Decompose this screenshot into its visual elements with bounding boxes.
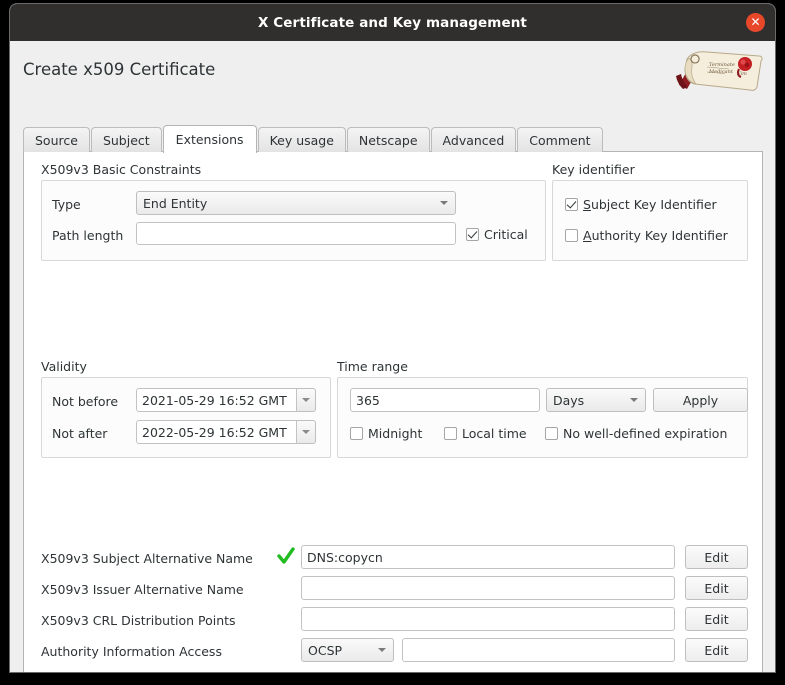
not-before-datetime[interactable]: 2021-05-29 16:52 GMT — [136, 388, 316, 412]
subject-key-identifier-label: Subject Key Identifier — [583, 197, 717, 212]
chevron-down-icon — [630, 398, 638, 402]
critical-label: Critical — [484, 227, 528, 242]
not-after-dropdown-icon[interactable] — [297, 420, 316, 444]
path-length-input[interactable] — [136, 222, 456, 245]
subject-alternative-name-input[interactable]: DNS:copycn — [301, 545, 675, 569]
time-range-amount-input[interactable]: 365 — [350, 388, 540, 412]
not-after-datetime[interactable]: 2022-05-29 16:52 GMT — [136, 420, 316, 444]
page-title: Create x509 Certificate — [23, 60, 216, 79]
dialog-body: Create x509 Certificate Terminate Medica… — [10, 41, 775, 672]
checkbox-box — [466, 228, 479, 241]
chevron-down-icon — [440, 201, 448, 205]
issuer-alternative-name-input[interactable] — [301, 576, 675, 600]
type-label: Type — [52, 197, 81, 212]
checkbox-box — [545, 427, 558, 440]
xca-certificate-scroll-logo: Terminate Medicant Fim — [676, 51, 763, 91]
extensions-tab-panel: X509v3 Basic Constraints Type End Entity… — [23, 151, 763, 672]
not-before-value[interactable]: 2021-05-29 16:52 GMT — [136, 388, 297, 412]
not-after-label: Not after — [52, 426, 108, 441]
authority-information-access-label: Authority Information Access — [41, 644, 222, 659]
authority-key-identifier-label: Authority Key Identifier — [583, 228, 728, 243]
tab-subject[interactable]: Subject — [90, 127, 162, 152]
tab-comment[interactable]: Comment — [517, 127, 603, 152]
checkbox-box — [444, 427, 457, 440]
local-time-checkbox[interactable]: Local time — [444, 426, 527, 441]
midnight-label: Midnight — [368, 426, 423, 441]
basic-constraints-type-value: End Entity — [143, 195, 208, 211]
time-range-unit-combo[interactable]: Days — [546, 388, 646, 412]
tabbar: Source Subject Extensions Key usage Nets… — [23, 125, 604, 153]
time-range-unit-value: Days — [553, 392, 585, 408]
apply-button[interactable]: Apply — [653, 388, 748, 412]
checkbox-box — [565, 229, 578, 242]
path-length-label: Path length — [52, 228, 124, 243]
svg-text:Medicant: Medicant — [708, 69, 734, 75]
tab-key-usage[interactable]: Key usage — [257, 127, 346, 152]
basic-constraints-type-combo[interactable]: End Entity — [136, 191, 456, 215]
subject-key-identifier-checkbox[interactable]: Subject Key Identifier — [565, 197, 717, 212]
authority-information-access-method-value: OCSP — [308, 642, 343, 658]
subject-alternative-name-label: X509v3 Subject Alternative Name — [41, 551, 253, 566]
authority-information-access-input[interactable] — [402, 638, 675, 662]
not-before-dropdown-icon[interactable] — [297, 388, 316, 412]
dialog-window: X Certificate and Key management ✕ Creat… — [10, 4, 775, 672]
subject-alternative-name-edit-button[interactable]: Edit — [685, 545, 748, 569]
crl-distribution-points-label: X509v3 CRL Distribution Points — [41, 613, 236, 628]
checkbox-box — [565, 198, 578, 211]
tab-extensions[interactable]: Extensions — [162, 125, 257, 153]
not-before-label: Not before — [52, 394, 119, 409]
crl-distribution-points-input[interactable] — [301, 607, 675, 631]
checkbox-box — [350, 427, 363, 440]
authority-key-identifier-checkbox[interactable]: Authority Key Identifier — [565, 228, 728, 243]
key-identifier-groupbox — [552, 180, 748, 261]
svg-text:Terminate: Terminate — [709, 62, 735, 68]
close-icon[interactable]: ✕ — [746, 13, 765, 32]
authority-information-access-method-combo[interactable]: OCSP — [301, 638, 394, 662]
validity-group-title: Validity — [41, 359, 87, 374]
basic-constraints-group-title: X509v3 Basic Constraints — [41, 162, 202, 177]
not-after-value[interactable]: 2022-05-29 16:52 GMT — [136, 420, 297, 444]
no-expiration-checkbox[interactable]: No well-defined expiration — [545, 426, 727, 441]
window-title: X Certificate and Key management — [257, 14, 527, 31]
local-time-label: Local time — [462, 426, 527, 441]
chevron-down-icon — [378, 648, 386, 652]
titlebar: X Certificate and Key management ✕ — [10, 4, 775, 41]
time-range-group-title: Time range — [337, 359, 408, 374]
key-identifier-group-title: Key identifier — [552, 162, 635, 177]
issuer-alternative-name-label: X509v3 Issuer Alternative Name — [41, 582, 244, 597]
authority-information-access-edit-button[interactable]: Edit — [685, 638, 748, 662]
critical-checkbox[interactable]: Critical — [466, 227, 528, 242]
tab-netscape[interactable]: Netscape — [346, 127, 430, 152]
tab-advanced[interactable]: Advanced — [430, 127, 517, 152]
valid-check-icon — [277, 547, 295, 564]
issuer-alternative-name-edit-button[interactable]: Edit — [685, 576, 748, 600]
no-expiration-label: No well-defined expiration — [563, 426, 728, 441]
midnight-checkbox[interactable]: Midnight — [350, 426, 422, 441]
crl-distribution-points-edit-button[interactable]: Edit — [685, 607, 748, 631]
tab-source[interactable]: Source — [23, 127, 90, 152]
